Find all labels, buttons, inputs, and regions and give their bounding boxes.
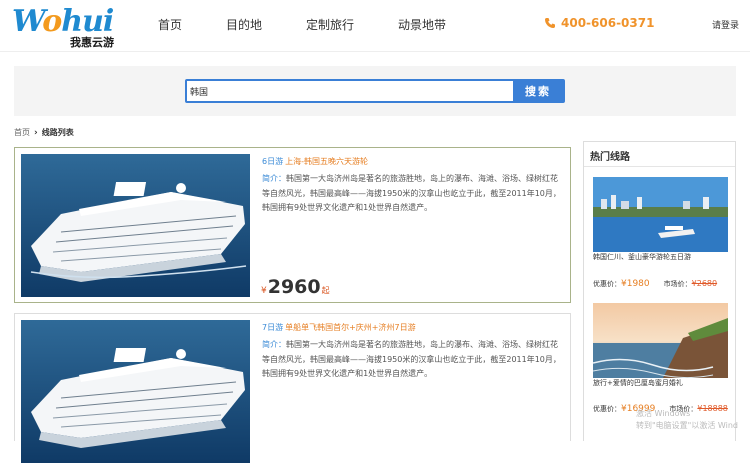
nav-item-home[interactable]: 首页 xyxy=(158,16,182,33)
market-price: ¥2680 xyxy=(691,279,718,288)
cruise-ship-image[interactable] xyxy=(21,154,250,297)
desc-text: 韩国第一大岛济州岛是著名的旅游胜地，岛上的瀑布、海滩、浴场、绿树红花等自然风光，… xyxy=(262,340,561,378)
search-input[interactable] xyxy=(187,81,513,101)
windows-activation-watermark: 激活 Windows 转到"电脑设置"以激活 Wind xyxy=(636,408,738,432)
hot-routes-sidebar: 热门线路 韩国仁川、釜山豪华游轮五日游 优惠价： ¥1980 市场价： ¥268… xyxy=(583,141,736,441)
search-box: 搜索 xyxy=(185,79,565,103)
price-value: 2960 xyxy=(267,276,321,298)
desc-label: 简介： xyxy=(262,340,286,349)
market-label: 市场价： xyxy=(663,280,692,288)
main-nav: 首页 目的地 定制旅行 动景地带 xyxy=(158,16,490,33)
login-link[interactable]: 请登录 xyxy=(712,18,739,31)
route-name[interactable]: 旅行+爱情的巴厘岛蜜月婚礼 xyxy=(593,378,683,388)
phone-icon xyxy=(545,18,555,28)
route-image-bali[interactable] xyxy=(593,303,728,378)
price-value: ¥1980 xyxy=(621,279,650,289)
price-label: 优惠价： xyxy=(593,280,621,288)
tour-price: ¥ 2960 起 xyxy=(261,276,330,298)
site-header: Wohui 我惠云游 首页 目的地 定制旅行 动景地带 400-606-0371… xyxy=(0,0,750,52)
route-image-incheon[interactable] xyxy=(593,177,728,252)
sidebar-title: 热门线路 xyxy=(590,152,630,163)
tour-card[interactable]: 6日游 上海-韩国五晚六天游轮 简介：韩国第一大岛济州岛是著名的旅游胜地，岛上的瀑… xyxy=(14,147,571,303)
cruise-ship-image[interactable] xyxy=(21,320,250,463)
price-label: 优惠价： xyxy=(593,405,621,413)
logo-chinese-name: 我惠云游 xyxy=(70,36,114,49)
tour-days: 7日游 xyxy=(262,323,284,332)
tour-days: 6日游 xyxy=(262,157,284,166)
watermark-line1: 激活 Windows xyxy=(636,409,691,418)
site-logo[interactable]: Wohui 我惠云游 xyxy=(12,4,127,49)
breadcrumb: 首页 › 线路列表 xyxy=(14,127,74,138)
chevron-right-icon: › xyxy=(34,127,38,138)
tour-name: 上海-韩国五晚六天游轮 xyxy=(285,157,368,166)
route-name[interactable]: 韩国仁川、釜山豪华游轮五日游 xyxy=(593,252,691,262)
tour-name: 单船单飞韩国首尔+庆州+济州7日游 xyxy=(285,323,416,332)
nav-item-custom-travel[interactable]: 定制旅行 xyxy=(306,16,354,33)
tour-title[interactable]: 7日游 单船单飞韩国首尔+庆州+济州7日游 xyxy=(262,322,416,333)
tour-description: 简介：韩国第一大岛济州岛是著名的旅游胜地，岛上的瀑布、海滩、浴场、绿树红花等自然… xyxy=(262,172,562,216)
search-button[interactable]: 搜索 xyxy=(513,81,563,101)
phone-number: 400-606-0371 xyxy=(544,16,654,30)
phone-number-text: 400-606-0371 xyxy=(561,16,655,30)
breadcrumb-current: 线路列表 xyxy=(41,128,74,137)
nav-item-scenic-zone[interactable]: 动景地带 xyxy=(398,16,446,33)
desc-label: 简介： xyxy=(262,174,286,183)
nav-item-destinations[interactable]: 目的地 xyxy=(226,16,262,33)
tour-title[interactable]: 6日游 上海-韩国五晚六天游轮 xyxy=(262,156,368,167)
price-suffix: 起 xyxy=(321,286,330,295)
breadcrumb-home[interactable]: 首页 xyxy=(14,127,30,138)
price-currency: ¥ xyxy=(261,286,267,296)
watermark-line2: 转到"电脑设置"以激活 Wind xyxy=(636,421,739,430)
tour-card[interactable]: 7日游 单船单飞韩国首尔+庆州+济州7日游 简介：韩国第一大岛济州岛是著名的旅游胜… xyxy=(14,313,571,463)
divider xyxy=(584,166,735,167)
desc-text: 韩国第一大岛济州岛是著名的旅游胜地，岛上的瀑布、海滩、浴场、绿树红花等自然风光，… xyxy=(262,174,561,212)
route-prices: 优惠价： ¥1980 市场价： ¥2680 xyxy=(593,279,733,289)
tour-description: 简介：韩国第一大岛济州岛是著名的旅游胜地，岛上的瀑布、海滩、浴场、绿树红花等自然… xyxy=(262,338,562,382)
